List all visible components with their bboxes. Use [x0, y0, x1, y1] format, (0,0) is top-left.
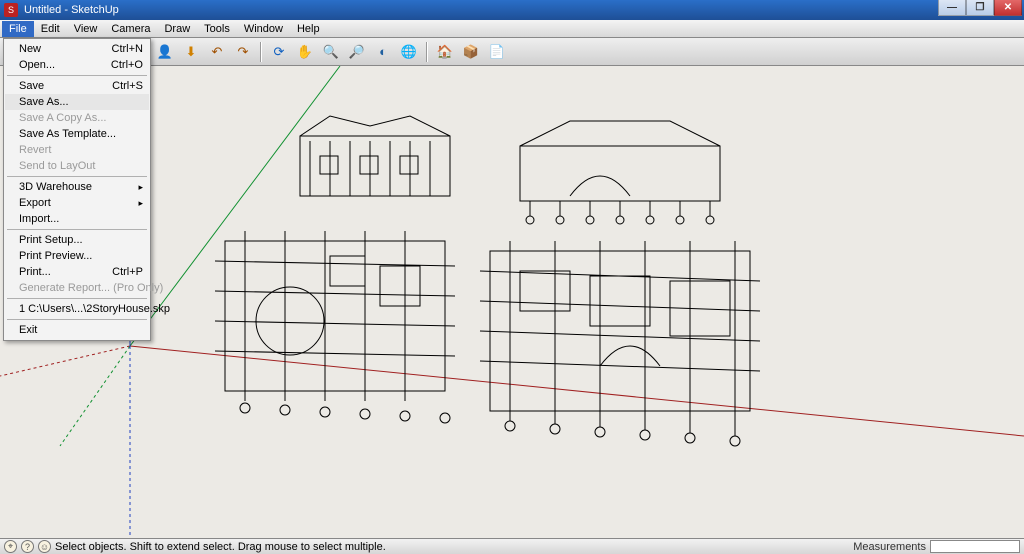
status-hint: Select objects. Shift to extend select. …	[55, 541, 386, 553]
file-menu-send-to-layout: Send to LayOut	[5, 158, 149, 174]
model-view-canvas[interactable]	[0, 66, 1024, 538]
menu-help[interactable]: Help	[290, 21, 327, 37]
menu-file[interactable]: File	[2, 21, 34, 37]
drawing-plan-left	[215, 231, 455, 423]
menu-separator	[7, 298, 147, 299]
menu-separator	[7, 319, 147, 320]
menu-item-label: New	[19, 43, 41, 55]
menu-item-label: Print Setup...	[19, 234, 83, 246]
person-icon[interactable]: 👤	[154, 41, 176, 63]
menu-bar: File Edit View Camera Draw Tools Window …	[0, 20, 1024, 38]
file-menu-save-as-template[interactable]: Save As Template...	[5, 126, 149, 142]
menu-item-label: Print Preview...	[19, 250, 92, 262]
download-icon[interactable]: ⬇	[180, 41, 202, 63]
file-menu-exit[interactable]: Exit	[5, 322, 149, 338]
menu-edit[interactable]: Edit	[34, 21, 67, 37]
menu-draw[interactable]: Draw	[157, 21, 197, 37]
minimize-button[interactable]: —	[938, 0, 966, 16]
file-menu-new[interactable]: New Ctrl+N	[5, 41, 149, 57]
file-menu-1-c-users-2storyhouse-skp[interactable]: 1 C:\Users\...\2StoryHouse.skp	[5, 301, 149, 317]
file-menu-export[interactable]: Export ▸	[5, 195, 149, 211]
menu-separator	[7, 229, 147, 230]
file-menu-3d-warehouse[interactable]: 3D Warehouse ▸	[5, 179, 149, 195]
file-menu-import[interactable]: Import...	[5, 211, 149, 227]
menu-item-label: Save As Template...	[19, 128, 116, 140]
title-bar: S Untitled - SketchUp — ❐ ✕	[0, 0, 1024, 20]
toolbar-separator	[426, 42, 428, 62]
menu-view[interactable]: View	[67, 21, 105, 37]
menu-item-shortcut: Ctrl+P	[102, 266, 143, 278]
previous-view-icon[interactable]: ◐	[372, 41, 394, 63]
file-menu-print-setup[interactable]: Print Setup...	[5, 232, 149, 248]
pan-icon[interactable]: ✋	[294, 41, 316, 63]
menu-item-label: Save	[19, 80, 44, 92]
orbit-icon[interactable]: ⟳	[268, 41, 290, 63]
submenu-arrow-icon: ▸	[138, 182, 143, 193]
menu-separator	[7, 176, 147, 177]
menu-item-label: Open...	[19, 59, 55, 71]
globe-icon[interactable]: 🌐	[398, 41, 420, 63]
measurements-input[interactable]	[930, 540, 1020, 553]
menu-item-label: Generate Report... (Pro Only)	[19, 282, 163, 294]
menu-item-label: Exit	[19, 324, 37, 336]
menu-camera[interactable]: Camera	[104, 21, 157, 37]
app-icon: S	[4, 3, 18, 17]
window-title: Untitled - SketchUp	[24, 4, 119, 16]
toolbar-separator	[260, 42, 262, 62]
drawing-plan-right	[480, 241, 760, 446]
menu-item-shortcut: Ctrl+N	[102, 43, 143, 55]
file-menu-generate-report-pro-only: Generate Report... (Pro Only)	[5, 280, 149, 296]
menu-item-shortcut: Ctrl+O	[101, 59, 143, 71]
drawing-elevation-left	[300, 116, 450, 196]
file-menu-revert: Revert	[5, 142, 149, 158]
submenu-arrow-icon: ▸	[138, 198, 143, 209]
file-menu-save-a-copy-as: Save A Copy As...	[5, 110, 149, 126]
person-badge-icon[interactable]: ☺	[38, 540, 51, 553]
file-menu-print-preview[interactable]: Print Preview...	[5, 248, 149, 264]
measurements-label: Measurements	[853, 541, 926, 553]
menu-item-label: Save A Copy As...	[19, 112, 106, 124]
window-controls: — ❐ ✕	[938, 0, 1022, 16]
menu-item-label: Revert	[19, 144, 51, 156]
file-menu-save[interactable]: Save Ctrl+S	[5, 78, 149, 94]
geolocate-icon[interactable]: ⌖	[4, 540, 17, 553]
toolbar: 👤⬇↶↷ ⟳✋🔍🔎◐🌐 🏠📦📄	[0, 38, 1024, 66]
credits-icon[interactable]: ?	[21, 540, 34, 553]
menu-tools[interactable]: Tools	[197, 21, 237, 37]
layout-icon[interactable]: 📄	[486, 41, 508, 63]
menu-window[interactable]: Window	[237, 21, 290, 37]
green-axis-neg	[60, 346, 130, 446]
file-menu-open[interactable]: Open... Ctrl+O	[5, 57, 149, 73]
menu-item-label: Import...	[19, 213, 59, 225]
menu-item-shortcut: Ctrl+S	[102, 80, 143, 92]
menu-item-label: Save As...	[19, 96, 69, 108]
zoom-extents-icon[interactable]: 🔎	[346, 41, 368, 63]
file-menu-save-as[interactable]: Save As...	[5, 94, 149, 110]
redo-icon[interactable]: ↷	[232, 41, 254, 63]
red-axis-neg	[0, 346, 130, 376]
status-bar: ⌖ ? ☺ Select objects. Shift to extend se…	[0, 538, 1024, 554]
menu-item-label: Print...	[19, 266, 51, 278]
warehouse-icon[interactable]: 🏠	[434, 41, 456, 63]
maximize-button[interactable]: ❐	[966, 0, 994, 16]
component-icon[interactable]: 📦	[460, 41, 482, 63]
menu-item-label: Export	[19, 197, 51, 209]
menu-separator	[7, 75, 147, 76]
file-menu-dropdown: New Ctrl+N Open... Ctrl+O Save Ctrl+S Save As.…	[3, 38, 151, 341]
close-button[interactable]: ✕	[994, 0, 1022, 16]
drawing-elevation-right	[520, 121, 720, 224]
undo-icon[interactable]: ↶	[206, 41, 228, 63]
menu-item-label: Send to LayOut	[19, 160, 95, 172]
file-menu-print[interactable]: Print... Ctrl+P	[5, 264, 149, 280]
menu-item-label: 1 C:\Users\...\2StoryHouse.skp	[19, 303, 170, 315]
zoom-icon[interactable]: 🔍	[320, 41, 342, 63]
menu-item-label: 3D Warehouse	[19, 181, 92, 193]
viewport[interactable]	[0, 66, 1024, 538]
